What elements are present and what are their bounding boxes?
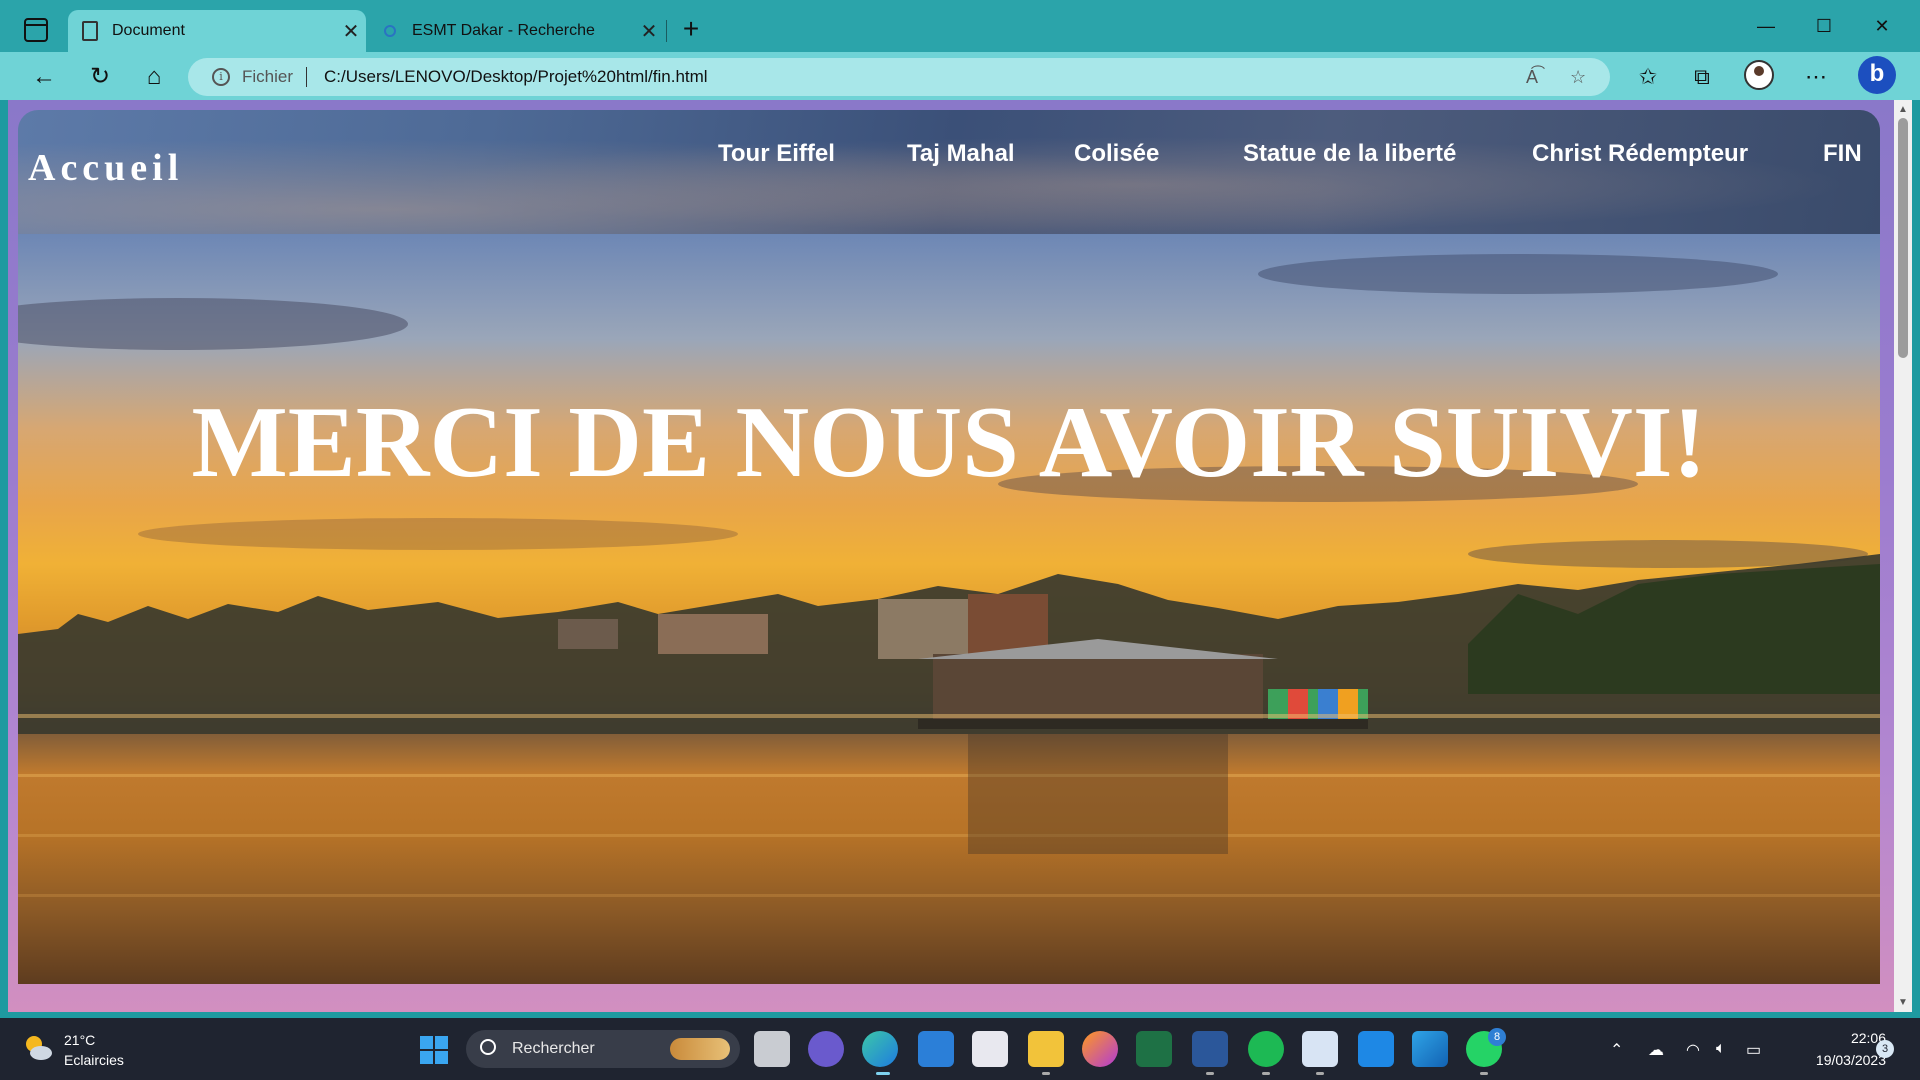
tab-label: Document: [112, 22, 185, 39]
vertical-scrollbar[interactable]: ▲ ▼: [1894, 100, 1912, 1012]
wifi-icon[interactable]: ◠: [1686, 1040, 1700, 1060]
weather-condition[interactable]: Eclaircies: [64, 1052, 124, 1068]
tab-separator: [666, 20, 667, 42]
notification-count-badge[interactable]: 3: [1876, 1040, 1894, 1058]
hero-title: MERCI DE NOUS AVOIR SUIVI!: [191, 386, 1707, 499]
bing-copilot-icon[interactable]: b: [1858, 56, 1896, 94]
profile-avatar[interactable]: [1744, 60, 1774, 90]
photos-app-icon[interactable]: [1412, 1031, 1448, 1067]
mail-icon[interactable]: [918, 1031, 954, 1067]
tab-esmt-search[interactable]: ESMT Dakar - Recherche ✕: [374, 10, 664, 52]
start-pane: [435, 1051, 448, 1064]
microsoft-store-icon[interactable]: [972, 1031, 1008, 1067]
url-text[interactable]: C:/Users/LENOVO/Desktop/Projet%20html/fi…: [324, 67, 708, 87]
start-pane: [435, 1036, 448, 1049]
search-highlight-image: [670, 1038, 730, 1060]
browser-titlebar: Document ✕ ESMT Dakar - Recherche ✕ + — …: [0, 0, 1920, 52]
more-options-icon[interactable]: ⋯: [1800, 62, 1832, 92]
tab-label: ESMT Dakar - Recherche: [412, 22, 595, 39]
spotify-icon[interactable]: [1248, 1031, 1284, 1067]
show-hidden-icons-icon[interactable]: ⌃: [1610, 1040, 1623, 1060]
collections-icon[interactable]: ⧉: [1686, 62, 1718, 92]
start-button[interactable]: [420, 1036, 448, 1064]
excel-icon[interactable]: [1136, 1031, 1172, 1067]
whatsapp-unread-badge: 8: [1488, 1028, 1506, 1046]
tab-document[interactable]: Document ✕: [68, 10, 366, 52]
edge-active-indicator: [876, 1072, 890, 1075]
maximize-button[interactable]: ☐: [1804, 12, 1844, 40]
volume-icon[interactable]: 🔈︎: [1716, 1040, 1726, 1058]
vscode-icon[interactable]: [1358, 1031, 1394, 1067]
onedrive-cloud-icon[interactable]: ☁: [1648, 1040, 1664, 1060]
clock-date[interactable]: 19/03/2023: [1786, 1052, 1886, 1068]
running-indicator: [1206, 1072, 1214, 1075]
word-icon[interactable]: [1192, 1031, 1228, 1067]
scroll-thumb[interactable]: [1898, 118, 1908, 358]
running-indicator: [1480, 1072, 1488, 1075]
address-bar[interactable]: i Fichier C:/Users/LENOVO/Desktop/Projet…: [188, 58, 1610, 96]
url-separator: [306, 67, 307, 87]
search-placeholder: Rechercher: [512, 1040, 595, 1057]
browser-toolbar: ← ↻ ⌂ i Fichier C:/Users/LENOVO/Desktop/…: [0, 52, 1920, 100]
teams-chat-icon[interactable]: [808, 1031, 844, 1067]
taskbar-search[interactable]: Rechercher: [466, 1030, 740, 1068]
firefox-icon[interactable]: [1082, 1031, 1118, 1067]
add-favorite-icon[interactable]: ☆: [1570, 67, 1586, 88]
read-aloud-icon[interactable]: A͡: [1526, 67, 1538, 88]
edge-browser-icon[interactable]: [862, 1031, 898, 1067]
search-icon: [480, 1039, 496, 1055]
refresh-icon[interactable]: ↻: [84, 62, 116, 92]
back-arrow-icon[interactable]: ←: [28, 62, 60, 92]
battery-icon[interactable]: ▭: [1746, 1040, 1761, 1060]
page-viewport: Accueil Tour Eiffel Taj Mahal Colisée St…: [8, 100, 1894, 1012]
hero-banner: MERCI DE NOUS AVOIR SUIVI!: [18, 234, 1880, 984]
tab-close-icon[interactable]: ✕: [634, 19, 664, 44]
home-link[interactable]: Accueil: [28, 146, 183, 190]
scroll-down-icon[interactable]: ▼: [1898, 997, 1908, 1008]
scheme-label: Fichier: [242, 67, 294, 86]
favorites-icon[interactable]: ✩: [1632, 62, 1664, 92]
new-tab-button[interactable]: +: [676, 14, 706, 44]
nav-link-taj-mahal[interactable]: Taj Mahal: [907, 140, 1015, 168]
sunset-lake-image: [18, 254, 1880, 897]
start-pane: [420, 1051, 433, 1064]
running-indicator: [1262, 1072, 1270, 1075]
running-indicator: [1316, 1072, 1324, 1075]
scroll-up-icon[interactable]: ▲: [1898, 104, 1908, 115]
nav-link-tour-eiffel[interactable]: Tour Eiffel: [718, 140, 835, 168]
file-explorer-icon[interactable]: [1028, 1031, 1064, 1067]
weather-temperature[interactable]: 21°C: [64, 1032, 95, 1048]
start-pane: [420, 1036, 433, 1049]
clock-time[interactable]: 22:06: [1816, 1030, 1886, 1046]
document-icon: [82, 21, 98, 41]
partly-cloudy-icon[interactable]: [22, 1032, 54, 1064]
minimize-button[interactable]: —: [1746, 12, 1786, 40]
close-window-button[interactable]: ✕: [1862, 12, 1902, 40]
nav-link-statue-liberte[interactable]: Statue de la liberté: [1243, 140, 1456, 168]
tab-close-icon[interactable]: ✕: [336, 19, 366, 44]
site-header: Accueil Tour Eiffel Taj Mahal Colisée St…: [18, 110, 1880, 234]
nav-link-fin[interactable]: FIN: [1823, 140, 1862, 168]
task-view-icon[interactable]: [754, 1031, 790, 1067]
info-icon[interactable]: i: [212, 68, 230, 86]
windows-taskbar: 21°C Eclaircies Rechercher 8 ⌃ ☁ ◠ 🔈︎ ▭ …: [0, 1018, 1920, 1080]
nav-link-colisee[interactable]: Colisée: [1074, 140, 1159, 168]
search-icon: [384, 25, 396, 37]
nav-link-christ-redempteur[interactable]: Christ Rédempteur: [1532, 140, 1748, 168]
tab-actions-icon[interactable]: [24, 18, 48, 42]
running-indicator: [1042, 1072, 1050, 1075]
charts-app-icon[interactable]: [1302, 1031, 1338, 1067]
home-icon[interactable]: ⌂: [138, 62, 170, 92]
